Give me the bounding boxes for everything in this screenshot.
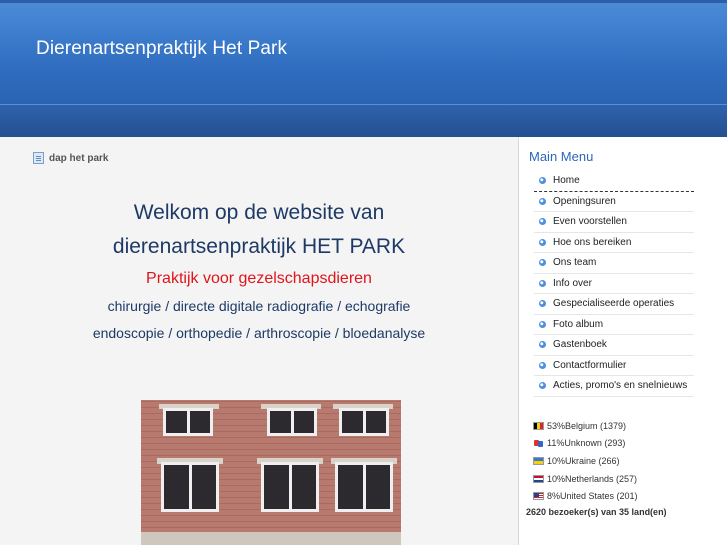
bullet-icon	[539, 300, 546, 308]
stat-row: 11%Unknown (293)	[533, 435, 638, 453]
menu-item-acties[interactable]: Acties, promo's en snelnieuws	[534, 376, 694, 397]
bullet-icon	[539, 341, 546, 349]
ukraine-flag-icon	[533, 456, 544, 465]
services-line1: chirurgie / directe digitale radiografie…	[107, 298, 411, 314]
visitor-total: 2620 bezoeker(s) van 35 land(en)	[526, 507, 667, 517]
header-top-line	[0, 0, 727, 3]
menu-item-label[interactable]: Openingsuren	[553, 196, 616, 207]
menu-item-gespecialiseerde-operaties[interactable]: Gespecialiseerde operaties	[534, 294, 694, 315]
practice-building-photo	[141, 400, 401, 545]
menu-item-label[interactable]: Even voorstellen	[553, 216, 627, 227]
menu-item-label[interactable]: Gastenboek	[553, 339, 607, 350]
menu-item-info-over[interactable]: Info over	[534, 274, 694, 294]
belgium-flag-icon	[533, 421, 544, 430]
menu-item-label[interactable]: Foto album	[553, 319, 603, 330]
menu-item-contactformulier[interactable]: Contactformulier	[534, 356, 694, 376]
breadcrumb[interactable]: dap het park	[33, 152, 108, 164]
nav-bar	[0, 104, 727, 137]
menu-item-label[interactable]: Hoe ons bereiken	[553, 237, 631, 248]
stat-text: 10%Ukraine (266)	[547, 455, 620, 466]
menu-item-foto-album[interactable]: Foto album	[534, 315, 694, 335]
visitor-stats: 53%Belgium (1379) 11%Unknown (293) 10%Uk…	[533, 417, 638, 505]
menu-item-label[interactable]: Info over	[553, 278, 592, 289]
stat-row: 53%Belgium (1379)	[533, 417, 638, 435]
menu-item-label[interactable]: Ons team	[553, 257, 596, 268]
bullet-icon	[539, 197, 546, 205]
menu-item-label[interactable]: Home	[553, 175, 580, 186]
breadcrumb-label[interactable]: dap het park	[49, 153, 108, 164]
menu-item-ons-team[interactable]: Ons team	[534, 253, 694, 274]
stat-row: 10%Ukraine (266)	[533, 452, 638, 470]
bullet-icon	[539, 382, 546, 390]
main-menu: Home Openingsuren Even voorstellen Hoe o…	[534, 171, 694, 397]
sidebar: Main Menu Home Openingsuren Even voorste…	[518, 137, 727, 545]
stat-text: 53%Belgium (1379)	[547, 420, 627, 431]
menu-item-openingsuren[interactable]: Openingsuren	[534, 192, 694, 212]
netherlands-flag-icon	[533, 474, 544, 483]
bullet-icon	[539, 320, 546, 328]
menu-item-label[interactable]: Gespecialiseerde operaties	[553, 298, 674, 309]
menu-item-label[interactable]: Acties, promo's en snelnieuws	[553, 380, 687, 391]
bullet-icon	[539, 177, 546, 185]
stat-row: 10%Netherlands (257)	[533, 470, 638, 488]
menu-item-home[interactable]: Home	[534, 171, 694, 192]
services-line2: endoscopie / orthopedie / arthroscopie /…	[92, 325, 426, 341]
bullet-icon	[539, 238, 546, 246]
site-header: Dierenartsenpraktijk Het Park	[0, 0, 727, 104]
menu-item-gastenboek[interactable]: Gastenboek	[534, 335, 694, 356]
welcome-heading-line1: Welkom op de website van	[133, 201, 385, 224]
stat-text: 10%Netherlands (257)	[547, 473, 638, 484]
us-flag-icon	[533, 492, 544, 501]
stat-text: 8%United States (201)	[547, 491, 638, 502]
main-menu-title: Main Menu	[529, 149, 594, 164]
main-content: dap het park Welkom op de website van di…	[0, 137, 518, 545]
stat-row: 8%United States (201)	[533, 487, 638, 505]
bullet-icon	[539, 361, 546, 369]
bullet-icon	[539, 259, 546, 267]
menu-item-even-voorstellen[interactable]: Even voorstellen	[534, 212, 694, 233]
menu-item-label[interactable]: Contactformulier	[553, 360, 626, 371]
welcome-heading-line2: dierenartsenpraktijk HET PARK	[112, 235, 406, 258]
menu-item-hoe-ons-bereiken[interactable]: Hoe ons bereiken	[534, 233, 694, 253]
bullet-icon	[539, 218, 546, 226]
site-title[interactable]: Dierenartsenpraktijk Het Park	[36, 38, 287, 60]
bullet-icon	[539, 279, 546, 287]
practice-tagline: Praktijk voor gezelschapsdieren	[146, 270, 372, 287]
stat-text: 11%Unknown (293)	[547, 438, 626, 449]
document-icon	[33, 152, 44, 164]
unknown-flag-icon	[533, 439, 544, 448]
